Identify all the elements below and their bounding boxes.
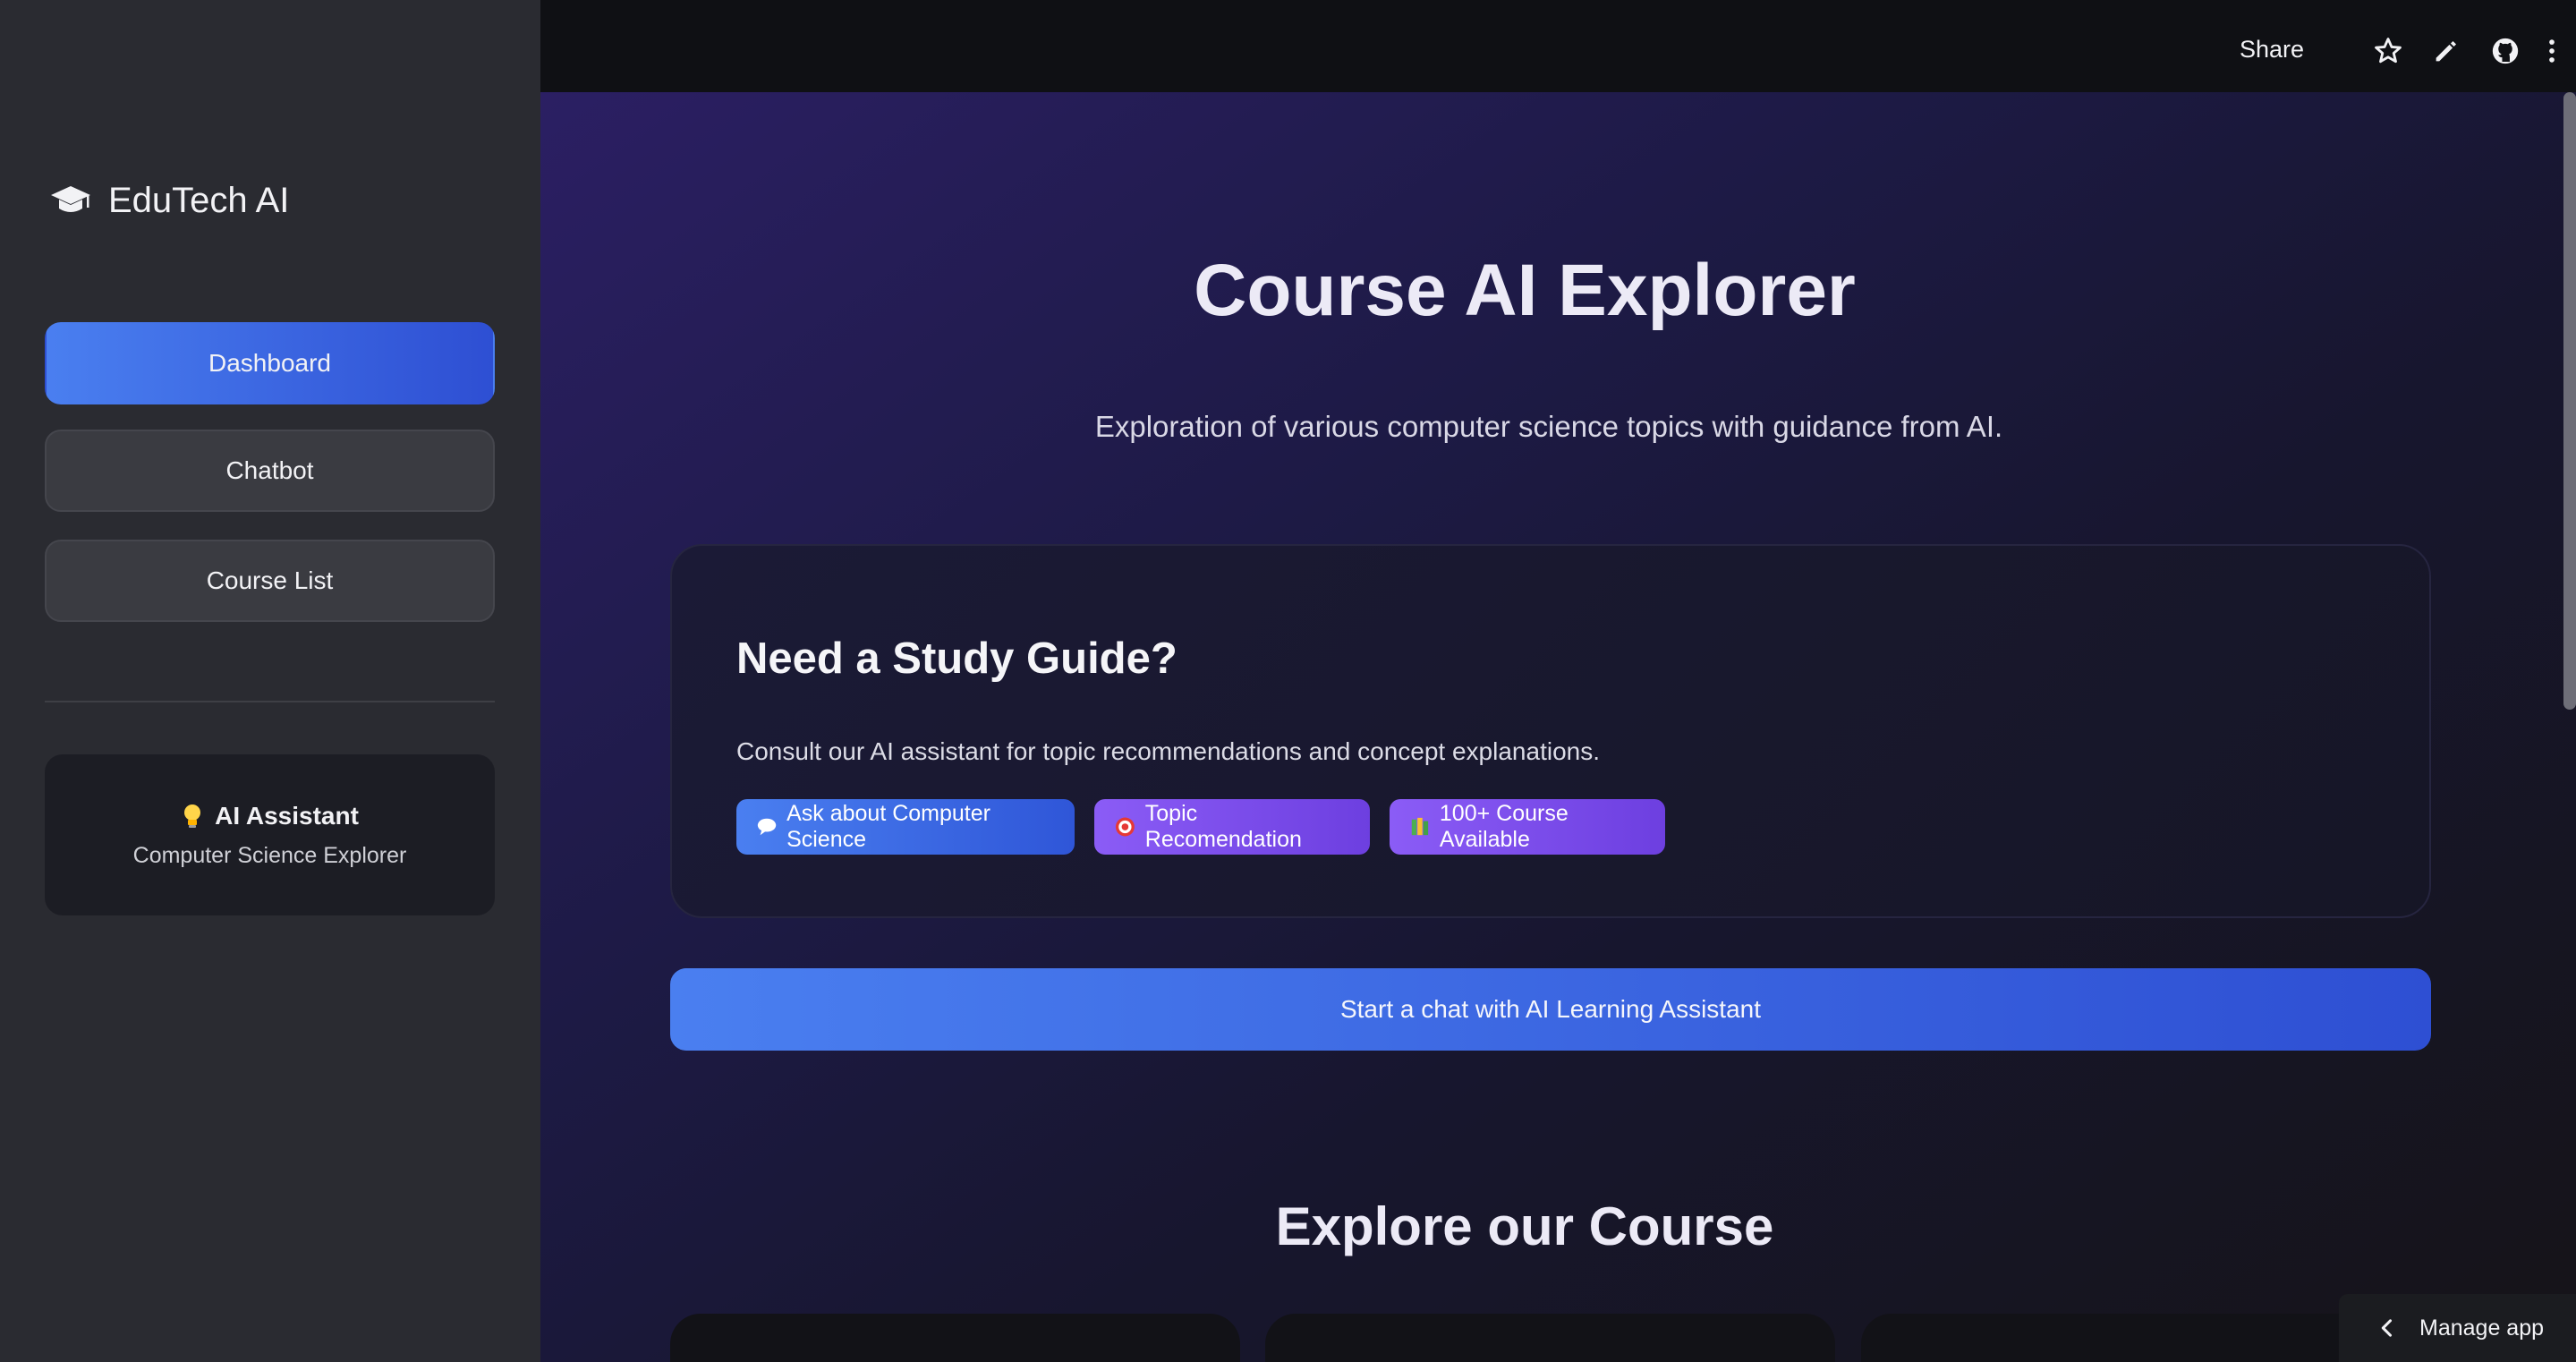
ask-computer-science-chip[interactable]: Ask about Computer Science — [736, 799, 1075, 855]
ai-assistant-card: AI Assistant Computer Science Explorer — [45, 754, 495, 915]
top-toolbar: Share — [540, 0, 2576, 92]
manage-app-label: Manage app — [2419, 1315, 2545, 1341]
pencil-icon[interactable] — [2431, 36, 2461, 66]
ai-assistant-subtitle: Computer Science Explorer — [132, 842, 407, 868]
nav-dashboard-button[interactable]: Dashboard — [45, 322, 495, 404]
explore-section-title: Explore our Course — [1275, 1196, 1774, 1256]
study-guide-description: Consult our AI assistant for topic recom… — [736, 737, 1600, 765]
course-card[interactable] — [1265, 1314, 1835, 1362]
brand: EduTech AI — [49, 179, 289, 222]
lightbulb-icon — [184, 804, 201, 828]
nav-course-list-button[interactable]: Course List — [45, 540, 495, 622]
topic-recommendation-chip[interactable]: Topic Recomendation — [1094, 799, 1370, 855]
sidebar-divider — [45, 701, 495, 702]
chip-label: Topic Recomendation — [1144, 801, 1302, 852]
star-icon[interactable] — [2373, 36, 2403, 66]
sidebar: EduTech AI Dashboard Chatbot Course List… — [0, 0, 540, 1362]
scrollbar[interactable] — [2563, 92, 2576, 710]
chevron-left-icon — [2381, 1319, 2393, 1337]
ai-assistant-title-text: AI Assistant — [215, 801, 359, 830]
study-guide-title: Need a Study Guide? — [736, 634, 1177, 683]
manage-app-button[interactable]: Manage app — [2339, 1294, 2576, 1362]
course-available-chip[interactable]: 100+ Course Available — [1390, 799, 1665, 855]
books-icon — [1411, 817, 1429, 836]
chip-label: Ask about Computer Science — [786, 801, 990, 852]
graduation-cap-icon — [51, 186, 90, 212]
nav-chatbot-button[interactable]: Chatbot — [45, 430, 495, 512]
more-vertical-icon[interactable] — [2537, 36, 2567, 66]
start-chat-button[interactable]: Start a chat with AI Learning Assistant — [670, 968, 2431, 1051]
speech-bubble-icon — [757, 818, 777, 836]
brand-name: EduTech AI — [108, 180, 290, 220]
study-guide-card: Need a Study Guide? Consult our AI assis… — [670, 544, 2431, 918]
share-button[interactable]: Share — [2240, 36, 2304, 64]
github-icon[interactable] — [2490, 36, 2521, 66]
page-subtitle: Exploration of various computer science … — [1094, 410, 2003, 443]
main-content: Course AI Explorer Exploration of variou… — [540, 92, 2576, 1362]
chip-label: 100+ Course Available — [1439, 801, 1569, 852]
page-title: Course AI Explorer — [1194, 250, 1856, 331]
target-icon — [1115, 817, 1135, 837]
ai-assistant-title: AI Assistant — [181, 802, 359, 830]
course-card[interactable] — [670, 1314, 1240, 1362]
